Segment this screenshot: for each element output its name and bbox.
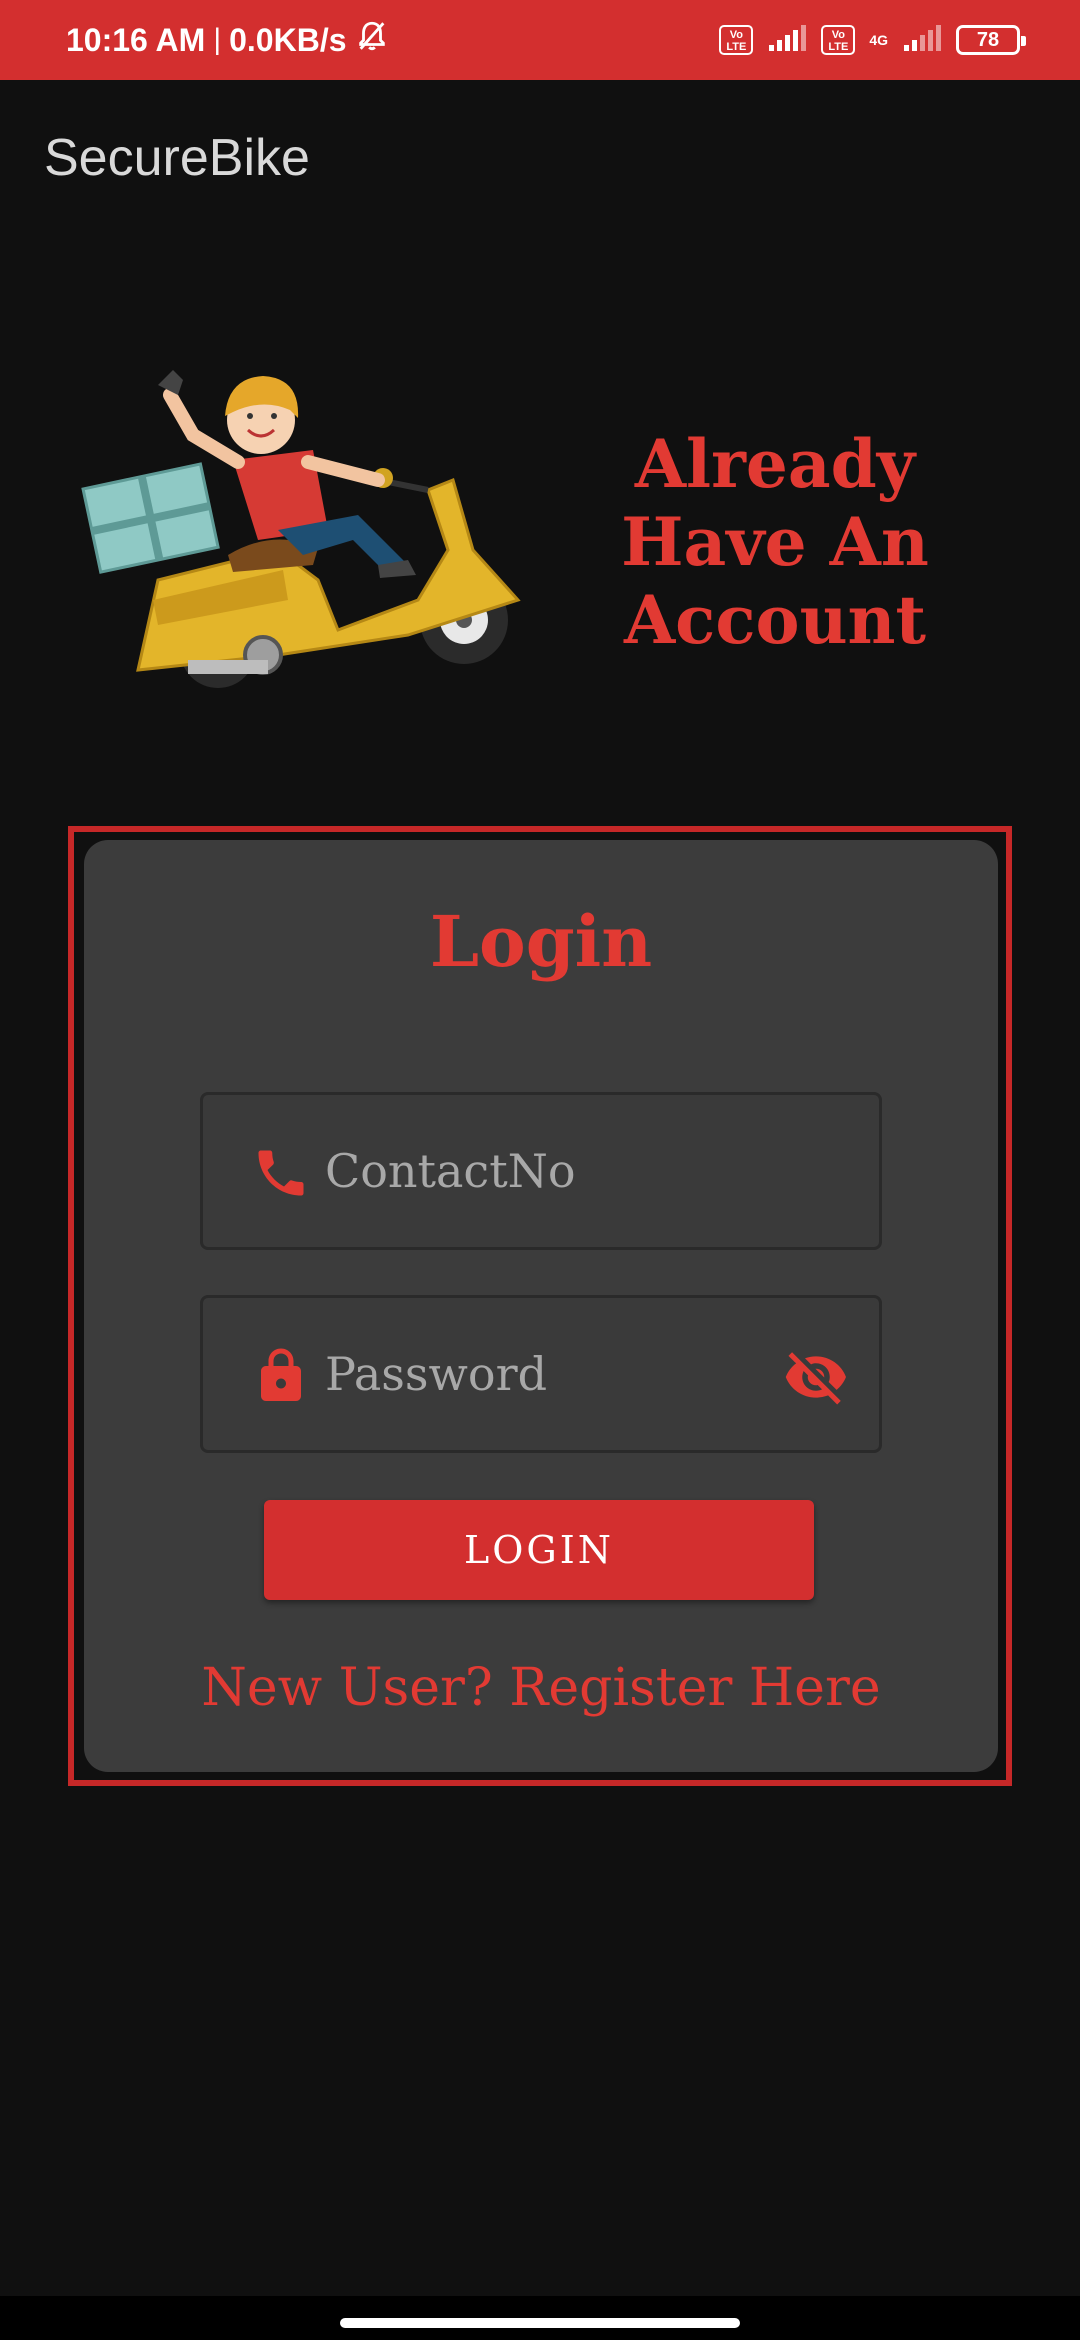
status-left: 10:16 AM | 0.0KB/s: [66, 0, 389, 80]
battery-icon: 78: [956, 25, 1026, 55]
status-net-speed: 0.0KB/s: [229, 21, 347, 58]
mute-icon: [355, 19, 389, 61]
phone-icon: [251, 1143, 311, 1203]
status-separator: |: [213, 23, 222, 56]
welcome-heading: Already Have An Account: [621, 425, 929, 659]
status-bar: 10:16 AM | 0.0KB/s Vo LTE Vo LTE 4G 78: [0, 0, 1080, 80]
login-card: Login ContactNo Password LOGIN New User?…: [84, 840, 998, 1772]
login-title: Login: [429, 900, 653, 983]
status-time: 10:16 AM: [66, 21, 206, 58]
signal-icon: [767, 23, 807, 58]
volte-icon: Vo LTE: [821, 25, 856, 55]
contact-input[interactable]: ContactNo: [325, 1095, 576, 1247]
lock-icon: [251, 1346, 311, 1406]
delivery-scooter-illustration: [78, 350, 538, 720]
register-link[interactable]: New User? Register Here: [84, 1658, 998, 1718]
app-title: SecureBike: [44, 129, 310, 187]
password-field[interactable]: Password: [200, 1295, 882, 1453]
network-type: 4G: [869, 32, 888, 48]
visibility-off-icon[interactable]: [783, 1344, 849, 1410]
signal-icon: [902, 23, 942, 58]
contact-field[interactable]: ContactNo: [200, 1092, 882, 1250]
password-input[interactable]: Password: [325, 1298, 547, 1450]
home-indicator[interactable]: [340, 2318, 740, 2328]
volte-icon: Vo LTE: [719, 25, 754, 55]
battery-level: 78: [976, 28, 1000, 51]
status-right: Vo LTE Vo LTE 4G 78: [719, 0, 1026, 80]
network-type-label: 4G: [869, 32, 888, 48]
login-button[interactable]: LOGIN: [264, 1500, 814, 1600]
